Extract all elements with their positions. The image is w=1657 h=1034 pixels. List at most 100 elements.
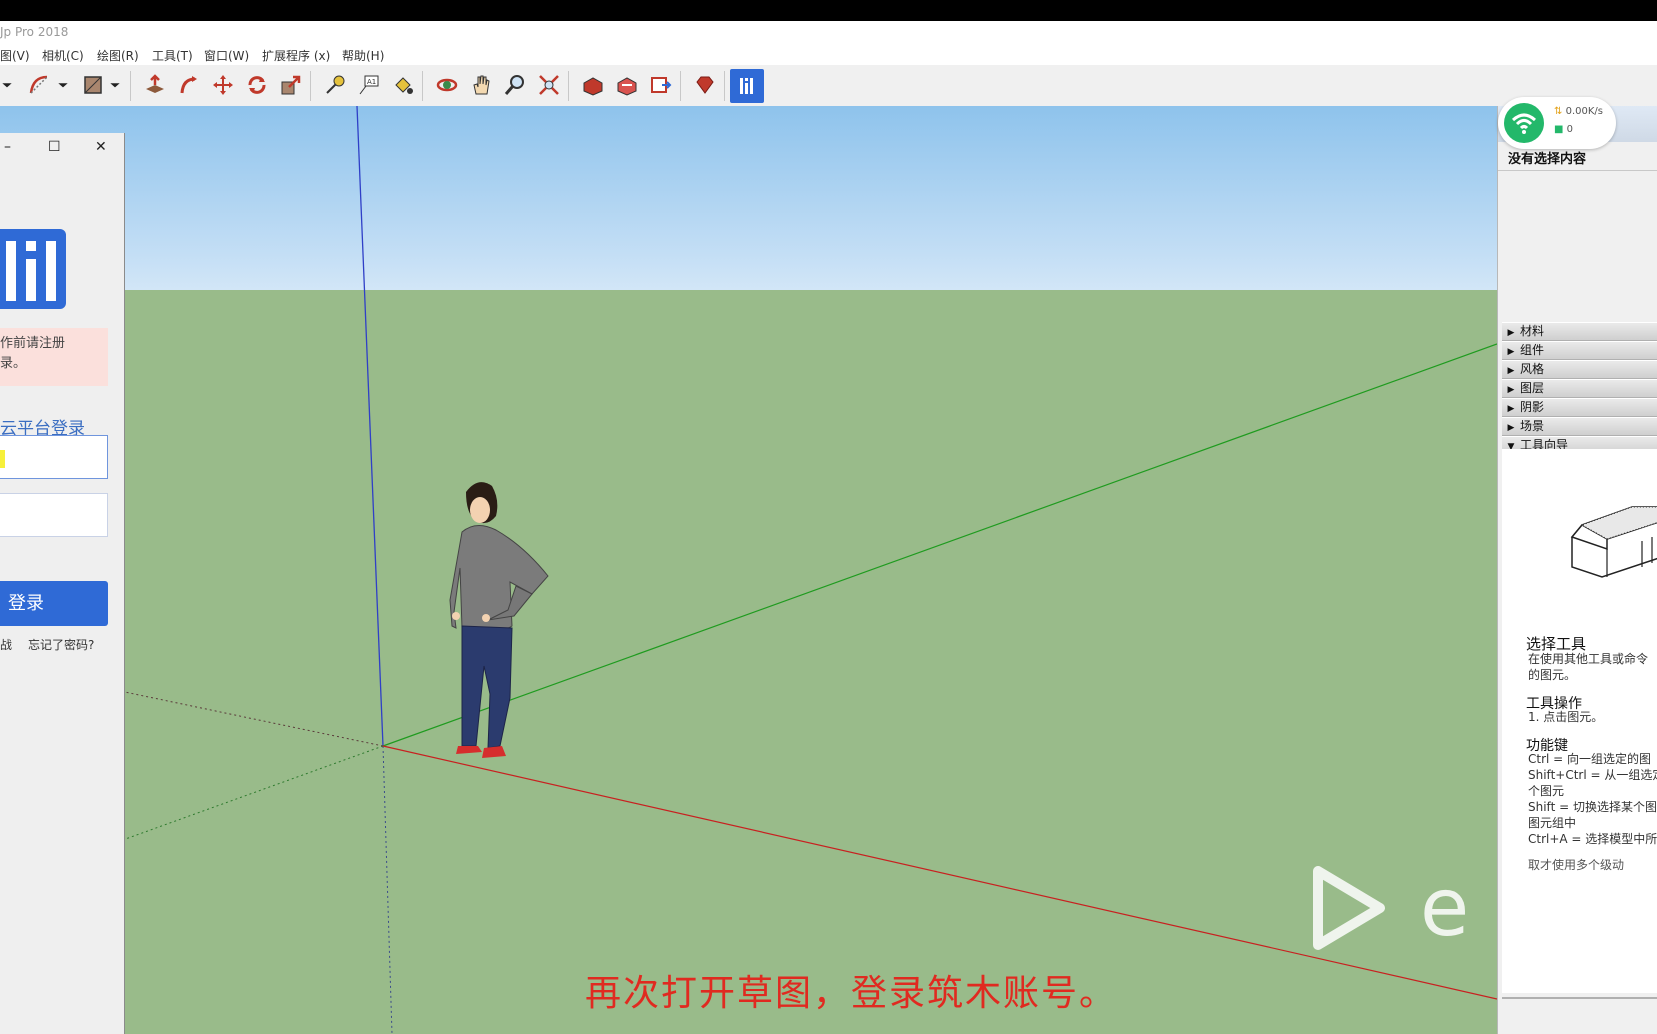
close-button[interactable]: ✕ (95, 139, 107, 155)
maximize-button[interactable]: ☐ (48, 139, 61, 155)
text-tool-icon[interactable]: A1 (356, 72, 382, 98)
tray-shadows[interactable]: ▶ 阴影 (1502, 398, 1657, 417)
login-dialog: – ☐ ✕ 作前请注册 录。 云平台登录 登录 战 忘记了密码? (0, 133, 125, 1034)
menu-camera[interactable]: 相机(C) (42, 47, 84, 64)
tray-styles[interactable]: ▶ 风格 (1502, 360, 1657, 379)
push-pull-icon[interactable] (142, 72, 168, 98)
username-input[interactable] (0, 435, 108, 479)
tray-scenes[interactable]: ▶ 场景 (1502, 417, 1657, 436)
expand-arrow-icon: ▶ (1507, 404, 1515, 414)
green-axis (382, 343, 1497, 747)
red-axis-negative (119, 690, 384, 747)
expand-arrow-icon: ▶ (1507, 423, 1515, 433)
pan-icon[interactable] (468, 72, 494, 98)
warning-line-1: 作前请注册 (0, 336, 66, 351)
follow-me-icon[interactable] (176, 72, 202, 98)
top-black-bar (0, 0, 1657, 21)
tray-label: 图层 (1520, 381, 1545, 395)
up-down-arrows-icon: ⇅ (1554, 106, 1563, 117)
tray-components[interactable]: ▶ 组件 (1502, 341, 1657, 360)
orbit-icon[interactable] (434, 72, 460, 98)
person-figure (449, 482, 549, 758)
divider (1498, 170, 1657, 171)
ruby-icon[interactable] (692, 72, 718, 98)
modifier-key-1: Ctrl = 向一组选定的图 (1528, 752, 1652, 766)
network-count: 0 (1566, 124, 1574, 135)
wifi-icon (1504, 103, 1544, 143)
expand-arrow-icon: ▶ (1507, 347, 1515, 357)
blue-axis (356, 106, 384, 747)
zoom-icon[interactable] (502, 72, 528, 98)
tray-label: 组件 (1520, 343, 1545, 357)
move-icon[interactable] (210, 72, 236, 98)
modifier-key-6: Ctrl+A = 选择模型中所 (1528, 832, 1657, 846)
login-button[interactable]: 登录 (0, 581, 108, 626)
extension-warehouse-icon[interactable] (614, 72, 640, 98)
forgot-password-link[interactable]: 忘记了密码? (28, 636, 94, 653)
rotate-icon[interactable] (244, 72, 270, 98)
arc-tool-icon[interactable] (26, 72, 52, 98)
speed-row: ⇅ 0.00K/s (1554, 106, 1603, 117)
password-input[interactable] (0, 493, 108, 537)
menu-bar: 图(V) 相机(C) 绘图(R) 工具(T) 窗口(W) 扩展程序 (x) 帮助… (0, 43, 1657, 65)
svg-text:A1: A1 (367, 78, 376, 86)
cursor-highlight (0, 450, 5, 468)
expand-arrow-icon: ▶ (1507, 366, 1515, 376)
dropdown-arrow-icon[interactable] (56, 72, 70, 98)
default-tray: 没有选择内容 ▶ 材料 ▶ 组件 ▶ 风格 ▶ 图层 ▶ 阴影 ▶ 场景 ▼ 工具向导 选择工… (1497, 106, 1657, 1034)
dropdown-arrow-icon[interactable] (108, 72, 122, 98)
count-row: ■ 0 (1554, 124, 1573, 135)
toolbar-separator (130, 71, 131, 101)
instructor-desc-1: 在使用其他工具或命令 (1528, 652, 1649, 666)
menu-view[interactable]: 图(V) (0, 47, 30, 64)
zhumu-plugin-icon[interactable] (730, 69, 764, 103)
toolbar-separator (310, 71, 311, 101)
minimize-button[interactable]: – (4, 139, 11, 155)
expand-arrow-icon: ▶ (1507, 385, 1515, 395)
house-illustration (1570, 506, 1657, 578)
tray-layers[interactable]: ▶ 图层 (1502, 379, 1657, 398)
main-toolbar: A1 (0, 65, 1657, 107)
toolbar-separator (680, 71, 681, 101)
entity-info-no-selection: 没有选择内容 (1508, 152, 1587, 167)
model-scene (119, 106, 1497, 1034)
dropdown-arrow-icon[interactable] (0, 72, 14, 98)
instructor-panel: 选择工具 在使用其他工具或命令 的图元。 工具操作 1. 点击图元。 功能键 C… (1502, 449, 1657, 993)
zoom-extents-icon[interactable] (536, 72, 562, 98)
scale-icon[interactable] (278, 72, 304, 98)
blue-axis-negative (382, 745, 393, 1034)
expand-arrow-icon: ▶ (1507, 328, 1515, 338)
tray-bottom-border (1502, 997, 1657, 999)
network-speed-widget[interactable]: ⇅ 0.00K/s ■ 0 (1498, 97, 1616, 149)
title-bar: Jp Pro 2018 (0, 21, 1657, 43)
window-title: Jp Pro 2018 (0, 25, 69, 39)
menu-window[interactable]: 窗口(W) (204, 47, 249, 64)
tray-label: 阴影 (1520, 400, 1545, 414)
video-watermark: e (1310, 861, 1497, 957)
warehouse-icon[interactable] (580, 72, 606, 98)
layout-icon[interactable] (648, 72, 674, 98)
network-speed: 0.00K/s (1565, 106, 1603, 117)
model-viewport[interactable]: 再次打开草图，登录筑木账号。 e (0, 106, 1497, 1034)
register-warning: 作前请注册 录。 (0, 328, 108, 386)
register-link[interactable]: 战 (0, 636, 12, 653)
modifier-key-5: 图元组中 (1528, 816, 1577, 830)
toolbar-separator (568, 71, 569, 101)
instructor-title: 选择工具 (1526, 635, 1587, 653)
video-caption: 再次打开草图，登录筑木账号。 (585, 973, 1118, 1014)
tray-label: 材料 (1520, 324, 1545, 338)
tape-measure-icon[interactable] (322, 72, 348, 98)
modifier-key-3: 个图元 (1528, 784, 1565, 798)
lock-icon: ■ (1554, 124, 1564, 135)
menu-extensions[interactable]: 扩展程序 (x) (262, 47, 330, 64)
paint-bucket-icon[interactable] (390, 72, 416, 98)
tray-materials[interactable]: ▶ 材料 (1502, 322, 1657, 341)
menu-draw[interactable]: 绘图(R) (97, 47, 139, 64)
shape-tool-icon[interactable] (80, 72, 106, 98)
menu-tools[interactable]: 工具(T) (152, 47, 193, 64)
modifier-key-2: Shift+Ctrl = 从一组选定 (1528, 768, 1657, 782)
operation-1: 1. 点击图元。 (1528, 710, 1604, 724)
tray-label: 风格 (1520, 362, 1545, 376)
menu-help[interactable]: 帮助(H) (342, 47, 384, 64)
modifier-key-4: Shift = 切换选择某个图 (1528, 800, 1657, 814)
